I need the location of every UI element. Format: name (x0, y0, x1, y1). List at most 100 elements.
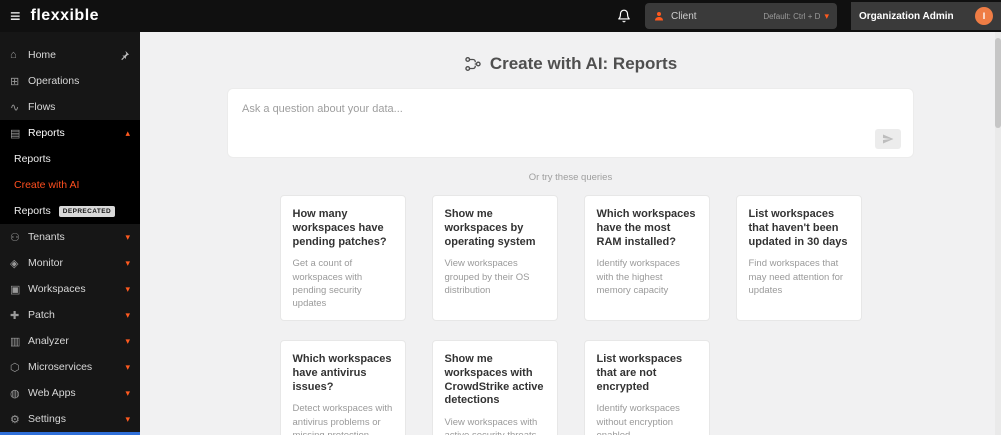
sidebar-item-operations[interactable]: ⊞ Operations (0, 68, 140, 94)
query-card[interactable]: Show me workspaces by operating system V… (431, 195, 558, 321)
query-card-title: Show me workspaces by operating system (444, 208, 536, 248)
operations-icon: ⊞ (10, 75, 20, 88)
hamburger-menu-icon[interactable]: ≡ (10, 7, 21, 25)
queries-hint: Or try these queries (528, 172, 613, 183)
microservices-icon: ⬡ (10, 361, 20, 374)
page-title-row: Create with AI: Reports (140, 54, 1001, 74)
sidebar-item-label: Analyzer (28, 335, 69, 347)
web-apps-icon: ◍ (10, 387, 20, 400)
home-icon: ⌂ (10, 49, 17, 61)
query-card-title: Which workspaces have the most RAM insta… (596, 208, 696, 248)
reports-icon: ▤ (10, 127, 21, 140)
sidebar-item-reports[interactable]: ▤ Reports ▴ (0, 120, 140, 146)
ask-question-panel (227, 88, 914, 158)
monitor-icon: ◈ (10, 257, 19, 270)
topbar-right: Client Default: Ctrl + D ▾ Organization … (617, 0, 1001, 32)
query-card-desc: View workspaces with active security thr… (444, 417, 538, 435)
sidebar-item-label: Microservices (28, 361, 93, 373)
patch-icon: ✚ (10, 309, 20, 322)
sidebar-item-workspaces[interactable]: ▣ Workspaces ▾ (0, 276, 140, 302)
deprecated-badge: DEPRECATED (58, 205, 116, 217)
query-card-desc: Detect workspaces with antivirus problem… (292, 403, 393, 435)
workspaces-icon: ▣ (10, 283, 21, 296)
client-selector[interactable]: Client Default: Ctrl + D ▾ (645, 3, 837, 29)
query-card-desc: Find workspaces that may need attention … (748, 258, 844, 296)
client-label: Client (671, 10, 697, 22)
ask-question-input[interactable] (240, 102, 901, 116)
sidebar-item-web-apps[interactable]: ◍ Web Apps ▾ (0, 380, 140, 406)
chevron-down-icon: ▾ (125, 257, 130, 268)
chevron-down-icon: ▾ (125, 283, 130, 294)
client-person-icon (653, 10, 665, 22)
analyzer-icon: ▥ (10, 335, 21, 348)
query-card-desc: Get a count of workspaces with pending s… (292, 258, 363, 310)
chevron-down-icon: ▾ (125, 361, 130, 372)
query-card-title: How many workspaces have pending patches… (292, 208, 387, 248)
client-default-shortcut: Default: Ctrl + D ▾ (763, 10, 829, 21)
sidebar-item-label: Settings (28, 413, 66, 425)
query-card-title: List workspaces that haven't been update… (748, 208, 848, 248)
query-card-desc: View workspaces grouped by their OS dist… (444, 258, 530, 296)
sidebar-subitem-reports[interactable]: Reports (0, 146, 140, 172)
sidebar: ⌂ Home ⊞ Operations ∿ Flows ▤ Reports ▴ … (0, 32, 140, 435)
sidebar-item-tenants[interactable]: ⚇ Tenants ▾ (0, 224, 140, 250)
sidebar-item-label: Operations (28, 75, 80, 87)
main-content: Create with AI: Reports Or try these que… (140, 32, 1001, 435)
sidebar-item-label: Web Apps (28, 387, 76, 399)
query-card-title: List workspaces that are not encrypted (596, 353, 683, 393)
topbar: ≡ flexxible Client Default: Ctrl + D ▾ O… (0, 0, 1001, 32)
pin-sidebar-icon[interactable] (119, 50, 130, 61)
query-card-desc: Identify workspaces without encryption e… (596, 403, 680, 435)
app-logo: flexxible (30, 7, 100, 24)
chevron-down-icon: ▾ (125, 387, 130, 398)
chevron-up-icon: ▴ (125, 127, 130, 138)
sidebar-subitem-create-with-ai[interactable]: Create with AI (0, 172, 140, 198)
sidebar-item-label: Monitor (28, 257, 64, 269)
sidebar-item-flows[interactable]: ∿ Flows (0, 94, 140, 120)
organization-admin-label: Organization Admin (859, 10, 954, 22)
sidebar-subitem-label: Reports (14, 205, 51, 217)
scrollbar-thumb[interactable] (995, 38, 1001, 128)
sidebar-item-monitor[interactable]: ◈ Monitor ▾ (0, 250, 140, 276)
query-card[interactable]: Which workspaces have the most RAM insta… (583, 195, 710, 321)
sidebar-item-home[interactable]: ⌂ Home (0, 42, 140, 68)
sidebar-item-microservices[interactable]: ⬡ Microservices ▾ (0, 354, 140, 380)
query-card[interactable]: How many workspaces have pending patches… (279, 195, 406, 321)
sidebar-item-analyzer[interactable]: ▥ Analyzer ▾ (0, 328, 140, 354)
sidebar-item-label: Flows (28, 101, 56, 113)
chevron-down-icon: ▾ (125, 335, 130, 346)
page-title: Create with AI: Reports (489, 54, 678, 73)
chevron-down-icon: ▾ (125, 413, 130, 424)
query-card[interactable]: List workspaces that are not encrypted I… (583, 340, 710, 435)
sidebar-subitem-label: Reports (14, 153, 51, 165)
query-card[interactable]: Which workspaces have antivirus issues? … (279, 340, 406, 435)
user-avatar[interactable]: I (975, 7, 993, 25)
query-card-title: Which workspaces have antivirus issues? (292, 353, 392, 393)
sidebar-item-patch[interactable]: ✚ Patch ▾ (0, 302, 140, 328)
send-row (240, 129, 901, 149)
chevron-down-icon: ▾ (125, 309, 130, 320)
query-card-title: Show me workspaces with CrowdStrike acti… (444, 353, 544, 407)
sidebar-item-label: Tenants (28, 231, 65, 243)
sidebar-item-label: Reports (28, 127, 65, 139)
sidebar-item-settings[interactable]: ⚙ Settings ▾ (0, 406, 140, 432)
sidebar-subitem-label: Create with AI (14, 179, 80, 191)
chevron-down-icon: ▾ (125, 231, 130, 242)
send-button[interactable] (875, 129, 901, 149)
chevron-down-icon: ▾ (824, 10, 829, 21)
notifications-bell-icon[interactable] (617, 9, 631, 23)
vertical-scrollbar (995, 32, 1001, 435)
suggested-queries-grid: How many workspaces have pending patches… (140, 195, 1001, 435)
sidebar-item-label: Workspaces (28, 283, 86, 295)
send-plane-icon (883, 134, 894, 144)
query-card[interactable]: List workspaces that haven't been update… (735, 195, 862, 321)
settings-gear-icon: ⚙ (10, 413, 20, 426)
ai-branch-icon (464, 55, 482, 73)
query-card-desc: Identify workspaces with the highest mem… (596, 258, 680, 296)
tenants-icon: ⚇ (10, 231, 20, 244)
organization-admin-menu[interactable]: Organization Admin I (851, 2, 1001, 30)
sidebar-item-label: Patch (28, 309, 55, 321)
flows-icon: ∿ (10, 101, 20, 114)
query-card[interactable]: Show me workspaces with CrowdStrike acti… (431, 340, 558, 435)
sidebar-subitem-reports-deprecated[interactable]: Reports DEPRECATED (0, 198, 140, 224)
